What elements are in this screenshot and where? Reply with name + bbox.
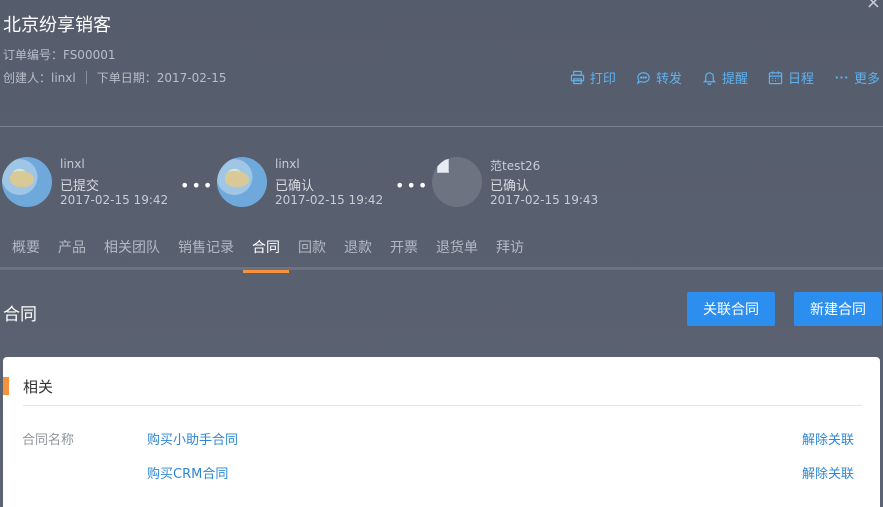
close-icon[interactable]: × xyxy=(866,0,881,13)
more-label: 更多 xyxy=(853,72,880,87)
section-title: 合同 xyxy=(3,305,37,325)
flow-step: 范test26 已确认 2017-02-15 19:43 xyxy=(432,156,632,212)
forward-button[interactable]: 转发 xyxy=(636,68,682,87)
flow-status: 已确认 xyxy=(490,179,530,194)
flow-time: 2017-02-15 19:42 xyxy=(60,193,169,207)
tab-contracts[interactable]: 合同 xyxy=(243,230,289,273)
tab-refunds[interactable]: 退款 xyxy=(335,230,381,270)
card-heading: 相关 xyxy=(23,378,54,396)
order-number: 订单编号：FS00001 xyxy=(3,48,116,62)
tab-bar: 概要 产品 相关团队 销售记录 合同 回款 退款 开票 退货单 拜访 xyxy=(0,230,883,273)
order-detail-panel: × 北京纷享销客 订单编号：FS00001 创建人：linxl 下单日期：201… xyxy=(0,0,883,507)
flow-status: 已确认 xyxy=(275,179,315,194)
tab-products[interactable]: 产品 xyxy=(49,230,95,270)
calendar-icon xyxy=(768,71,783,85)
accent-bar xyxy=(3,377,9,395)
forward-label: 转发 xyxy=(655,72,682,87)
flow-user: 范test26 xyxy=(490,159,541,173)
flow-status: 已提交 xyxy=(60,179,100,194)
tab-returns[interactable]: 退货单 xyxy=(427,230,487,270)
flow-connector-dots: ••• xyxy=(180,176,215,195)
flow-step: linxl 已确认 2017-02-15 19:42 xyxy=(217,156,417,212)
flow-connector-dots: ••• xyxy=(395,176,430,195)
unlink-button[interactable]: 解除关联 xyxy=(802,429,854,448)
flow-time: 2017-02-15 19:42 xyxy=(275,193,384,207)
avatar[interactable] xyxy=(432,157,482,207)
tab-payments[interactable]: 回款 xyxy=(289,230,335,270)
unlink-button[interactable]: 解除关联 xyxy=(802,463,854,482)
forward-icon xyxy=(636,72,650,85)
flow-user: linxl xyxy=(60,157,85,171)
schedule-label: 日程 xyxy=(787,72,814,87)
contract-link[interactable]: 购买CRM合同 xyxy=(147,463,228,482)
avatar[interactable] xyxy=(2,157,52,207)
bell-icon xyxy=(702,72,717,85)
header-divider xyxy=(0,126,883,127)
tab-invoices[interactable]: 开票 xyxy=(381,230,427,270)
more-button[interactable]: 更多 xyxy=(834,68,880,87)
remind-label: 提醒 xyxy=(721,72,748,87)
tab-sales-records[interactable]: 销售记录 xyxy=(169,230,243,270)
flow-time: 2017-02-15 19:43 xyxy=(490,193,599,207)
tab-overview[interactable]: 概要 xyxy=(3,230,49,270)
page-title: 北京纷享销客 xyxy=(3,15,111,36)
print-button[interactable]: 打印 xyxy=(570,68,616,87)
meta-divider xyxy=(85,71,87,84)
schedule-button[interactable]: 日程 xyxy=(768,68,814,87)
order-meta: 创建人：linxl 下单日期：2017-02-15 xyxy=(3,69,226,86)
more-icon xyxy=(835,76,848,79)
card-divider xyxy=(23,405,862,406)
broken-image-icon xyxy=(437,159,449,173)
remind-button[interactable]: 提醒 xyxy=(702,68,748,87)
avatar[interactable] xyxy=(217,157,267,207)
print-label: 打印 xyxy=(589,72,616,87)
tab-team[interactable]: 相关团队 xyxy=(95,230,169,270)
flow-step: linxl 已提交 2017-02-15 19:42 xyxy=(2,156,202,212)
related-card: 相关 合同名称 购买小助手合同 解除关联 购买CRM合同 解除关联 xyxy=(3,357,880,507)
contract-name-label: 合同名称 xyxy=(22,433,75,448)
print-icon xyxy=(570,70,585,85)
action-bar: 打印 转发 提醒 日程 更多 xyxy=(570,68,880,87)
creator-text: 创建人：linxl xyxy=(3,71,76,85)
contract-link[interactable]: 购买小助手合同 xyxy=(147,429,238,448)
order-date-text: 下单日期：2017-02-15 xyxy=(96,71,227,85)
flow-user: linxl xyxy=(275,157,300,171)
tab-visits[interactable]: 拜访 xyxy=(487,230,533,270)
link-contract-button[interactable]: 关联合同 xyxy=(687,292,775,326)
new-contract-button[interactable]: 新建合同 xyxy=(794,292,882,326)
